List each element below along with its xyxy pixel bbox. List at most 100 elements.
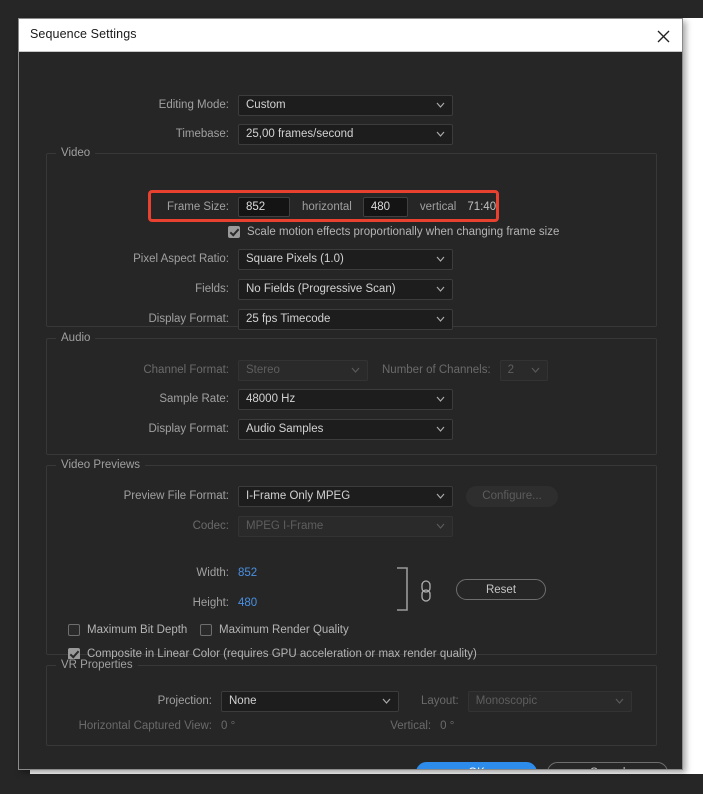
vertical-captured-value: 0 °: [440, 720, 455, 732]
cancel-button[interactable]: Cancel: [547, 762, 668, 770]
configure-button-label: Configure...: [482, 490, 542, 502]
chevron-down-icon: [382, 698, 391, 704]
scale-motion-checkbox[interactable]: [228, 226, 240, 238]
chevron-down-icon: [615, 698, 624, 704]
horizontal-captured-view-label: Horizontal Captured View:: [78, 720, 212, 732]
horizontal-captured-view-row: Horizontal Captured View: 0 ° Vertical: …: [74, 715, 455, 737]
maximum-render-quality-label: Maximum Render Quality: [219, 624, 349, 636]
audio-display-format-label: Display Format:: [148, 423, 229, 435]
codec-label: Codec:: [192, 520, 229, 532]
fields-dropdown[interactable]: No Fields (Progressive Scan): [238, 278, 453, 300]
vertical-label: vertical: [419, 201, 457, 213]
dialog-title: Sequence Settings: [30, 27, 137, 41]
sample-rate-value: 48000 Hz: [246, 393, 296, 405]
video-display-format-dropdown[interactable]: 25 fps Timecode: [238, 308, 453, 330]
editing-mode-row: Editing Mode: Custom: [119, 94, 453, 116]
pixel-aspect-ratio-label: Pixel Aspect Ratio:: [133, 253, 229, 265]
codec-dropdown: MPEG I-Frame: [238, 515, 453, 537]
video-display-format-row: Display Format: 25 fps Timecode: [119, 308, 453, 330]
layout-dropdown: Monoscopic: [467, 690, 632, 712]
frame-size-row: Frame Size: 852 horizontal 480 vertical …: [129, 196, 496, 218]
chevron-down-icon: [531, 367, 540, 373]
configure-button: Configure...: [466, 485, 558, 507]
chevron-down-icon: [436, 286, 445, 292]
cancel-button-label: Cancel: [590, 767, 626, 770]
vr-properties-group-title: VR Properties: [56, 659, 138, 671]
chevron-down-icon: [436, 426, 445, 432]
frame-width-value: 852: [246, 201, 266, 213]
audio-display-format-dropdown[interactable]: Audio Samples: [238, 418, 453, 440]
close-icon[interactable]: [650, 23, 676, 49]
chevron-down-icon: [436, 316, 445, 322]
projection-label: Projection:: [157, 695, 212, 707]
dialog-body: Editing Mode: Custom Timebase: 25,00 fra…: [19, 52, 682, 770]
preview-height-row: Height: 480: [100, 592, 258, 614]
timebase-dropdown[interactable]: 25,00 frames/second: [238, 123, 453, 145]
chevron-down-icon: [351, 367, 360, 373]
maximum-render-quality-checkbox-row[interactable]: Maximum Render Quality: [200, 624, 349, 636]
audio-display-format-row: Display Format: Audio Samples: [119, 418, 453, 440]
codec-value: MPEG I-Frame: [246, 520, 324, 532]
maximum-bit-depth-checkbox-row[interactable]: Maximum Bit Depth: [68, 624, 187, 636]
chain-link-icon[interactable]: [394, 564, 442, 614]
projection-dropdown[interactable]: None: [221, 690, 399, 712]
preview-file-format-row: Preview File Format: I-Frame Only MPEG C…: [100, 485, 558, 507]
sequence-settings-dialog: Sequence Settings Editing Mode: Custom T…: [18, 18, 683, 770]
channel-format-value: Stereo: [246, 364, 280, 376]
aspect-lock-group: [394, 564, 442, 614]
audio-group-title: Audio: [56, 332, 96, 344]
frame-height-input[interactable]: 480: [362, 197, 408, 217]
number-of-channels-dropdown: 2: [499, 359, 548, 381]
horizontal-label: horizontal: [302, 201, 352, 213]
frame-width-input[interactable]: 852: [238, 197, 290, 217]
scale-motion-checkbox-row[interactable]: Scale motion effects proportionally when…: [228, 226, 559, 238]
editing-mode-dropdown[interactable]: Custom: [238, 94, 453, 116]
preview-file-format-value: I-Frame Only MPEG: [246, 490, 351, 502]
sample-rate-dropdown[interactable]: 48000 Hz: [238, 388, 453, 410]
ok-button-label: OK: [468, 767, 485, 770]
layout-value: Monoscopic: [475, 695, 538, 707]
timebase-row: Timebase: 25,00 frames/second: [119, 123, 453, 145]
reset-button[interactable]: Reset: [456, 579, 546, 600]
preview-height-value[interactable]: 480: [238, 597, 257, 609]
fields-label: Fields:: [195, 283, 229, 295]
composite-linear-color-label: Composite in Linear Color (requires GPU …: [87, 648, 477, 660]
chevron-down-icon: [436, 396, 445, 402]
editing-mode-label: Editing Mode:: [158, 99, 229, 111]
reset-button-label: Reset: [485, 583, 517, 596]
frame-size-label: Frame Size:: [167, 201, 229, 213]
channel-format-label: Channel Format:: [143, 364, 229, 376]
chevron-down-icon: [436, 102, 445, 108]
ok-button[interactable]: OK: [416, 762, 537, 770]
aspect-ratio-value: 71:40: [467, 201, 497, 213]
editing-mode-value: Custom: [246, 99, 286, 111]
preview-width-value[interactable]: 852: [238, 567, 257, 579]
channel-format-row: Channel Format: Stereo Number of Channel…: [119, 359, 548, 381]
number-of-channels-label: Number of Channels:: [382, 364, 491, 376]
timebase-value: 25,00 frames/second: [246, 128, 354, 140]
chevron-down-icon: [436, 523, 445, 529]
layout-label: Layout:: [421, 695, 459, 707]
sample-rate-label: Sample Rate:: [159, 393, 229, 405]
scale-motion-label: Scale motion effects proportionally when…: [247, 226, 560, 238]
video-group-title: Video: [56, 147, 96, 159]
preview-height-label: Height:: [192, 597, 229, 609]
video-group: Video: [46, 147, 657, 327]
channel-format-dropdown: Stereo: [238, 359, 368, 381]
maximum-bit-depth-checkbox[interactable]: [68, 624, 80, 636]
chevron-down-icon: [436, 131, 445, 137]
chevron-down-icon: [436, 493, 445, 499]
backdrop-bottom: [0, 774, 703, 794]
preview-file-format-dropdown[interactable]: I-Frame Only MPEG: [238, 485, 453, 507]
maximum-bit-depth-label: Maximum Bit Depth: [87, 624, 188, 636]
projection-row: Projection: None Layout: Monoscopic: [127, 690, 632, 712]
audio-display-format-value: Audio Samples: [246, 423, 324, 435]
preview-width-label: Width:: [196, 567, 229, 579]
video-previews-group-title: Video Previews: [56, 459, 146, 471]
codec-row: Codec: MPEG I-Frame: [100, 515, 453, 537]
frame-height-value: 480: [370, 201, 391, 213]
vertical-captured-label: Vertical:: [390, 720, 432, 732]
maximum-render-quality-checkbox[interactable]: [200, 624, 212, 636]
pixel-aspect-ratio-value: Square Pixels (1.0): [246, 253, 344, 265]
pixel-aspect-ratio-dropdown[interactable]: Square Pixels (1.0): [238, 248, 453, 270]
